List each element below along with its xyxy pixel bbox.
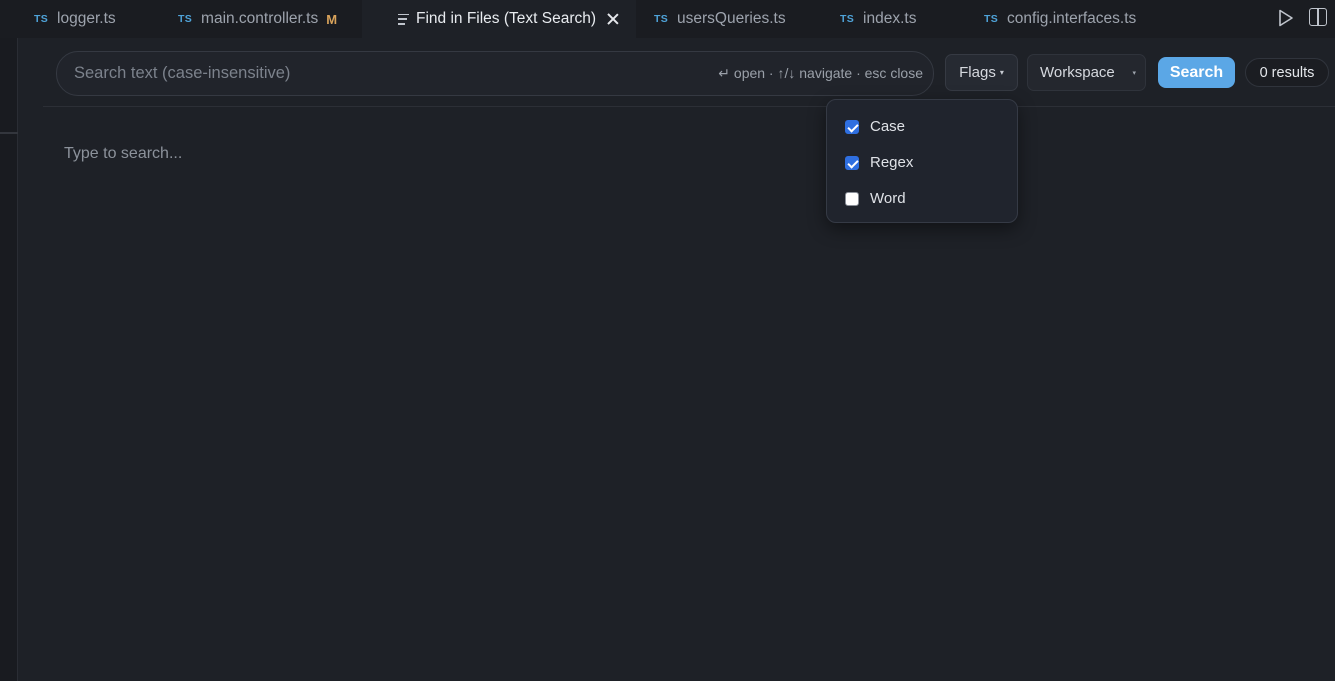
flags-dropdown-menu: Case Regex Word [826,99,1018,223]
typescript-icon: TS [34,13,49,25]
typescript-icon: TS [178,13,193,25]
tab-config-interfaces[interactable]: TS config.interfaces.ts [966,0,1186,38]
split-editor-icon[interactable] [1309,8,1327,26]
tab-index[interactable]: TS index.ts [822,0,966,38]
regex-checkbox[interactable] [845,155,859,170]
tab-label: config.interfaces.ts [1007,10,1137,27]
keyboard-hint: ↵ open · ↑/↓ navigate · esc close [718,65,923,81]
chevron-down-icon: ▾ [999,68,1004,77]
tab-logger[interactable]: TS logger.ts [0,0,144,38]
flag-option-label: Word [870,190,906,207]
search-button[interactable]: Search [1158,57,1235,88]
scope-select[interactable]: Workspace ▾ [1027,54,1146,91]
scope-value: Workspace [1040,64,1115,81]
activity-strip [0,38,18,681]
typescript-icon: TS [654,13,669,25]
chevron-down-icon: ▾ [1132,70,1136,77]
typescript-icon: TS [840,13,855,25]
case-checkbox[interactable] [845,119,859,134]
search-toolbar: ↵ open · ↑/↓ navigate · esc close Flags … [43,38,1335,107]
results-count-badge: 0 results [1245,58,1329,87]
find-in-files-panel: ↵ open · ↑/↓ navigate · esc close Flags … [43,38,1335,681]
tab-label: logger.ts [57,10,116,27]
tab-label: Find in Files (Text Search) [416,10,597,27]
tab-find-in-files[interactable]: Find in Files (Text Search) [362,0,636,38]
search-input[interactable] [74,52,674,95]
editor-tab-bar: TS logger.ts TS main.controller.ts M Fin… [0,0,1335,38]
empty-state-text: Type to search... [64,145,183,162]
typescript-icon: TS [984,13,999,25]
tab-label: main.controller.ts [201,10,319,27]
tab-main-controller[interactable]: TS main.controller.ts M [144,0,362,38]
flag-option-word[interactable]: Word [845,190,906,207]
search-box[interactable]: ↵ open · ↑/↓ navigate · esc close [56,51,934,96]
flag-option-regex[interactable]: Regex [845,154,913,171]
run-icon[interactable] [1278,9,1294,27]
document-icon [398,13,409,25]
tab-label: index.ts [863,10,917,27]
tab-label: usersQueries.ts [677,10,786,27]
flag-option-case[interactable]: Case [845,118,905,135]
flag-option-label: Regex [870,154,914,171]
flags-button[interactable]: Flags ▾ [945,54,1018,91]
modified-badge: M [326,11,338,27]
tab-users-queries[interactable]: TS usersQueries.ts [636,0,822,38]
flags-label: Flags [959,64,996,81]
strip-divider [0,132,18,134]
flag-option-label: Case [870,118,906,135]
word-checkbox[interactable] [845,191,859,206]
close-icon[interactable] [606,12,620,26]
